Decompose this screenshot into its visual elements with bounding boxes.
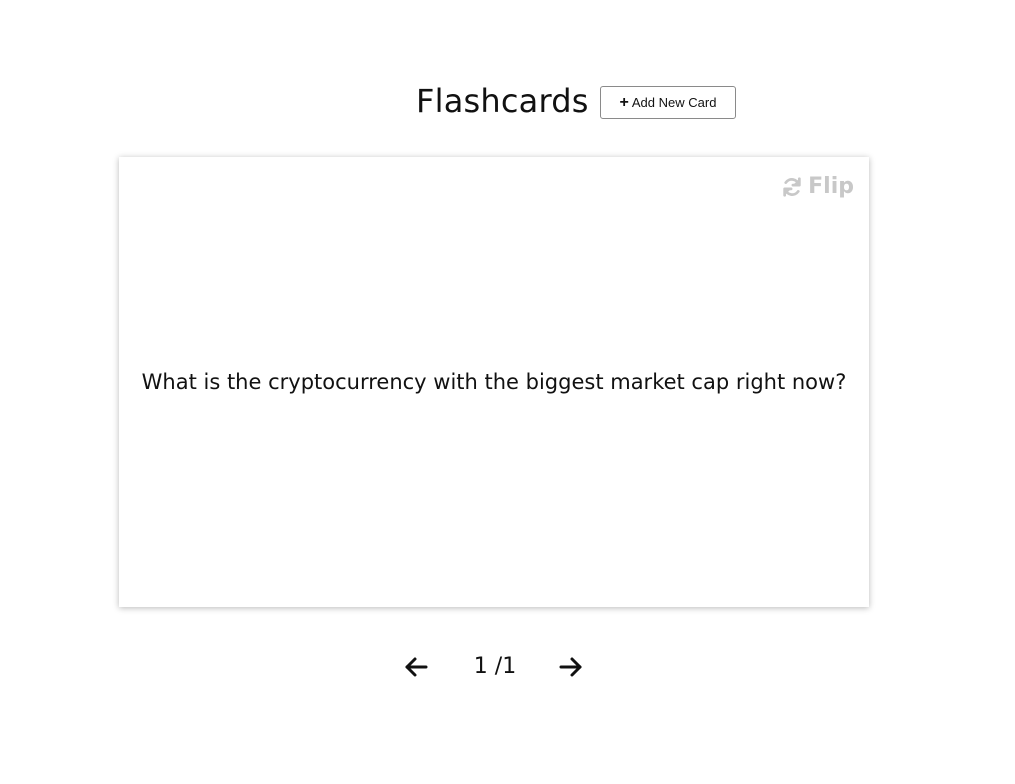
card-counter: 1 /1: [473, 654, 517, 679]
flip-label: Flip: [808, 174, 854, 199]
flashcards-page: Flashcards + Add New Card Flip What is t…: [0, 0, 1015, 784]
add-new-card-button[interactable]: + Add New Card: [600, 86, 736, 119]
previous-card-button[interactable]: [403, 655, 429, 679]
card-navigation: 1 /1: [400, 650, 590, 684]
flashcard[interactable]: Flip What is the cryptocurrency with the…: [119, 157, 869, 607]
flip-button[interactable]: Flip: [781, 174, 854, 199]
refresh-icon: [781, 176, 803, 198]
card-question: What is the cryptocurrency with the bigg…: [141, 370, 847, 394]
add-new-card-label: Add New Card: [631, 95, 717, 110]
arrow-right-icon: [558, 655, 584, 679]
page-title: Flashcards: [416, 82, 589, 120]
arrow-left-icon: [403, 655, 429, 679]
next-card-button[interactable]: [558, 655, 584, 679]
plus-icon: +: [619, 93, 629, 111]
